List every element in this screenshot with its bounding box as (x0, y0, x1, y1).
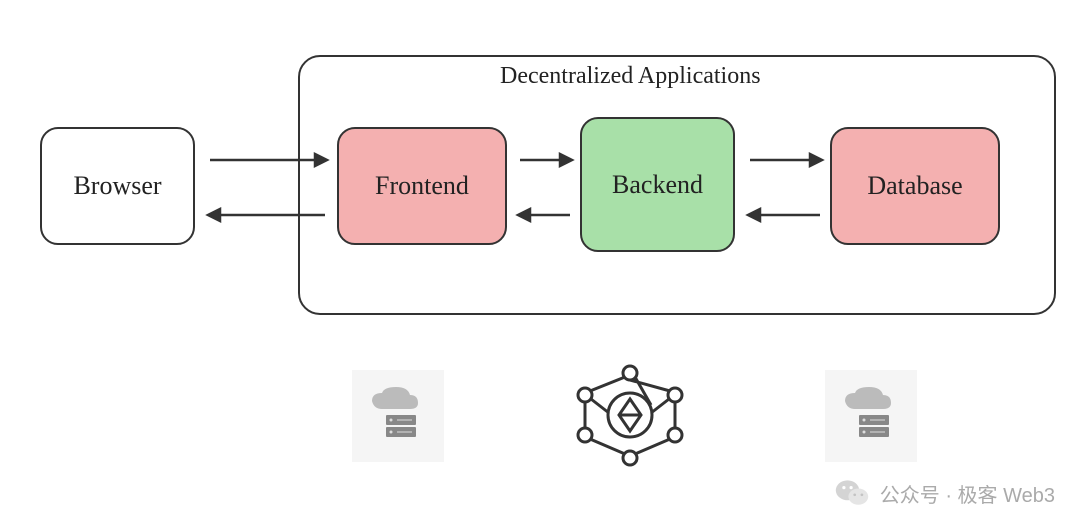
browser-label: Browser (73, 171, 161, 201)
frontend-node: Frontend (337, 127, 507, 245)
browser-node: Browser (40, 127, 195, 245)
database-node: Database (830, 127, 1000, 245)
arrow-database-to-backend (745, 205, 825, 225)
watermark-text: 公众号 · 极客 Web3 (880, 479, 1055, 508)
database-label: Database (867, 171, 962, 201)
wechat-icon (834, 475, 870, 511)
arrow-frontend-to-browser (205, 205, 330, 225)
arrow-browser-to-frontend (205, 150, 330, 170)
arrow-backend-to-frontend (515, 205, 575, 225)
watermark: 公众号 · 极客 Web3 (834, 475, 1055, 511)
backend-node: Backend (580, 117, 735, 252)
blockchain-network-icon (570, 360, 690, 470)
backend-label: Backend (612, 170, 703, 200)
cloud-server-icon (352, 370, 444, 462)
frontend-label: Frontend (375, 171, 469, 201)
arrow-frontend-to-backend (515, 150, 575, 170)
cloud-server-icon (825, 370, 917, 462)
arrow-backend-to-database (745, 150, 825, 170)
dapp-title: Decentralized Applications (500, 63, 761, 90)
